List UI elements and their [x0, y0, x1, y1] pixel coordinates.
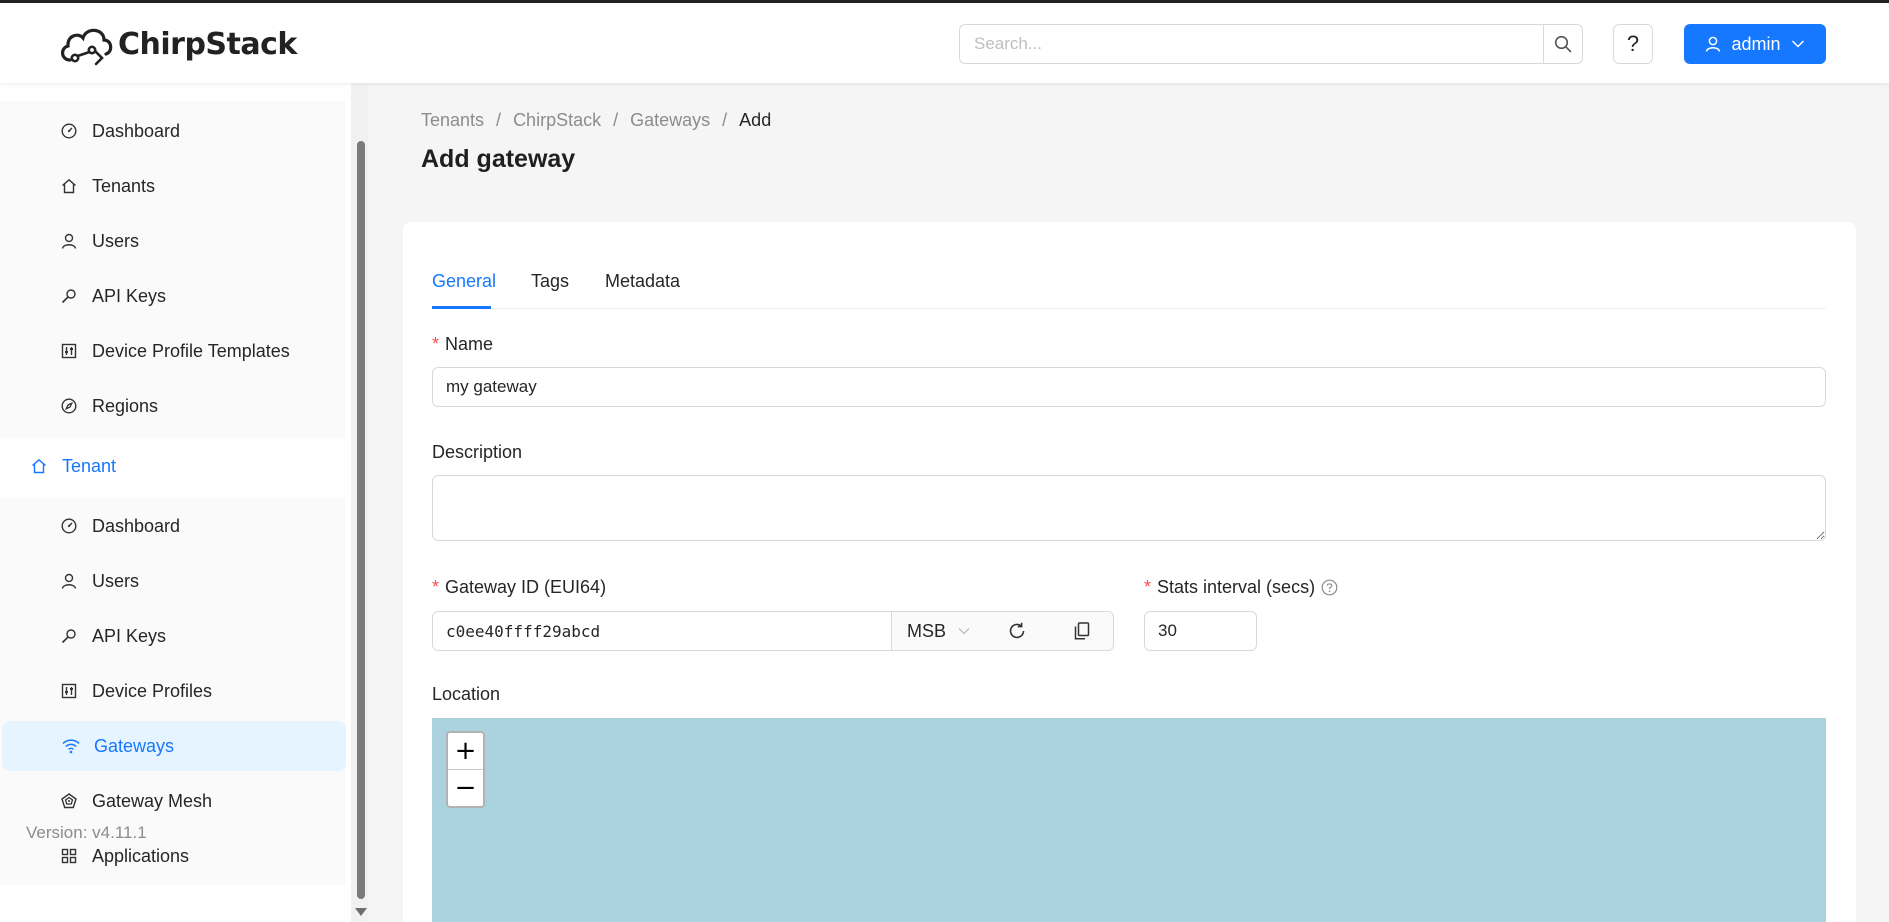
description-label: Description — [432, 442, 523, 462]
tab-metadata[interactable]: Metadata — [605, 271, 680, 292]
required-mark: * — [432, 577, 440, 597]
sidebar-item-device-profiles[interactable]: Device Profiles — [0, 666, 346, 716]
page-title: Add gateway — [421, 145, 576, 173]
user-icon — [60, 232, 78, 250]
home-icon — [30, 457, 48, 475]
tab-general[interactable]: General — [432, 271, 496, 292]
search-input[interactable] — [959, 24, 1543, 64]
active-tab-indicator — [432, 306, 491, 309]
scroll-down-arrow-icon[interactable] — [355, 908, 367, 916]
user-menu-button[interactable]: admin — [1684, 24, 1826, 64]
reload-icon — [1009, 622, 1025, 639]
sidebar-item-tenants[interactable]: Tenants — [0, 161, 346, 211]
version-label: Version: v4.11.1 — [26, 823, 147, 842]
radar-icon — [60, 792, 78, 810]
required-mark: * — [432, 334, 440, 354]
byte-order-value: MSB — [907, 620, 947, 641]
breadcrumb-item-gateways[interactable]: Gateways — [630, 110, 710, 131]
control-icon — [60, 682, 78, 700]
breadcrumb-separator: / — [496, 110, 502, 130]
tab-tags[interactable]: Tags — [531, 271, 569, 292]
key-icon — [60, 287, 78, 305]
gateway-id-label: * Gateway ID (EUI64) — [432, 577, 607, 597]
appstore-icon — [60, 847, 78, 865]
breadcrumb-item-tenants[interactable]: Tenants — [421, 110, 484, 131]
required-mark: * — [1144, 577, 1152, 597]
breadcrumb: Tenants / ChirpStack / Gateways / Add — [421, 110, 771, 131]
stats-interval-input[interactable] — [1144, 611, 1257, 651]
sidebar-item-regions[interactable]: Regions — [0, 381, 346, 431]
breadcrumb-item-chirpstack[interactable]: ChirpStack — [513, 110, 601, 131]
name-label: * Name — [432, 334, 494, 354]
sidebar-item-gateway-mesh[interactable]: Gateway Mesh — [0, 776, 346, 826]
chevron-down-icon — [1791, 40, 1804, 48]
map-zoom-control: + − — [446, 731, 485, 808]
gateway-id-field: MSB — [432, 611, 1114, 651]
question-circle-icon[interactable] — [1321, 579, 1338, 596]
gateway-id-input[interactable] — [433, 612, 892, 650]
copy-button[interactable] — [1074, 622, 1090, 640]
help-button[interactable]: ? — [1613, 24, 1653, 64]
copy-icon — [1074, 622, 1090, 640]
dashboard-icon — [60, 122, 78, 140]
breadcrumb-item-current: Add — [739, 110, 772, 130]
chevron-down-icon — [958, 628, 970, 635]
search-button[interactable] — [1543, 24, 1583, 64]
user-name: admin — [1731, 33, 1781, 54]
key-icon — [60, 627, 78, 645]
stats-interval-label: * Stats interval (secs) — [1144, 577, 1338, 598]
generate-random-button[interactable] — [1008, 622, 1026, 640]
breadcrumb-separator: / — [613, 110, 619, 130]
breadcrumb-separator: / — [722, 110, 728, 130]
zoom-in-button[interactable]: + — [448, 733, 483, 769]
location-label: Location — [432, 684, 501, 704]
sidebar-item-dashboard[interactable]: Dashboard — [0, 106, 346, 156]
sidebar-item-users[interactable]: Users — [0, 216, 346, 266]
name-input[interactable] — [432, 367, 1826, 407]
user-icon — [1706, 36, 1721, 52]
home-icon — [60, 177, 78, 195]
byte-order-select[interactable]: MSB — [907, 621, 970, 642]
dashboard-icon — [60, 517, 78, 535]
top-header: ChirpStack ? admin — [0, 3, 1889, 83]
sidebar-item-tenant-dashboard[interactable]: Dashboard — [0, 501, 346, 551]
control-icon — [60, 342, 78, 360]
form-tabs: General Tags Metadata — [432, 265, 1826, 309]
sidebar-item-device-profile-templates[interactable]: Device Profile Templates — [0, 326, 346, 376]
gateway-id-addon: MSB — [892, 612, 1113, 650]
question-icon: ? — [1626, 31, 1640, 56]
location-map[interactable] — [432, 718, 1826, 922]
sidebar-item-tenant-api-keys[interactable]: API Keys — [0, 611, 346, 661]
sidebar-scrollbar-thumb[interactable] — [357, 141, 365, 899]
search-icon — [1554, 35, 1572, 53]
logo-text: ChirpStack — [118, 26, 297, 62]
wifi-icon — [62, 737, 80, 755]
global-search — [959, 24, 1583, 64]
cloud-logo-icon — [61, 28, 113, 66]
description-textarea[interactable] — [432, 475, 1826, 541]
sidebar-group-tenant[interactable]: Tenant — [0, 441, 346, 491]
sidebar-item-tenant-users[interactable]: Users — [0, 556, 346, 606]
user-icon — [60, 572, 78, 590]
sidebar-item-gateways[interactable]: Gateways — [2, 721, 346, 771]
compass-icon — [60, 397, 78, 415]
sidebar-item-api-keys[interactable]: API Keys — [0, 271, 346, 321]
zoom-out-button[interactable]: − — [448, 769, 483, 805]
chirpstack-logo[interactable]: ChirpStack — [58, 21, 297, 67]
